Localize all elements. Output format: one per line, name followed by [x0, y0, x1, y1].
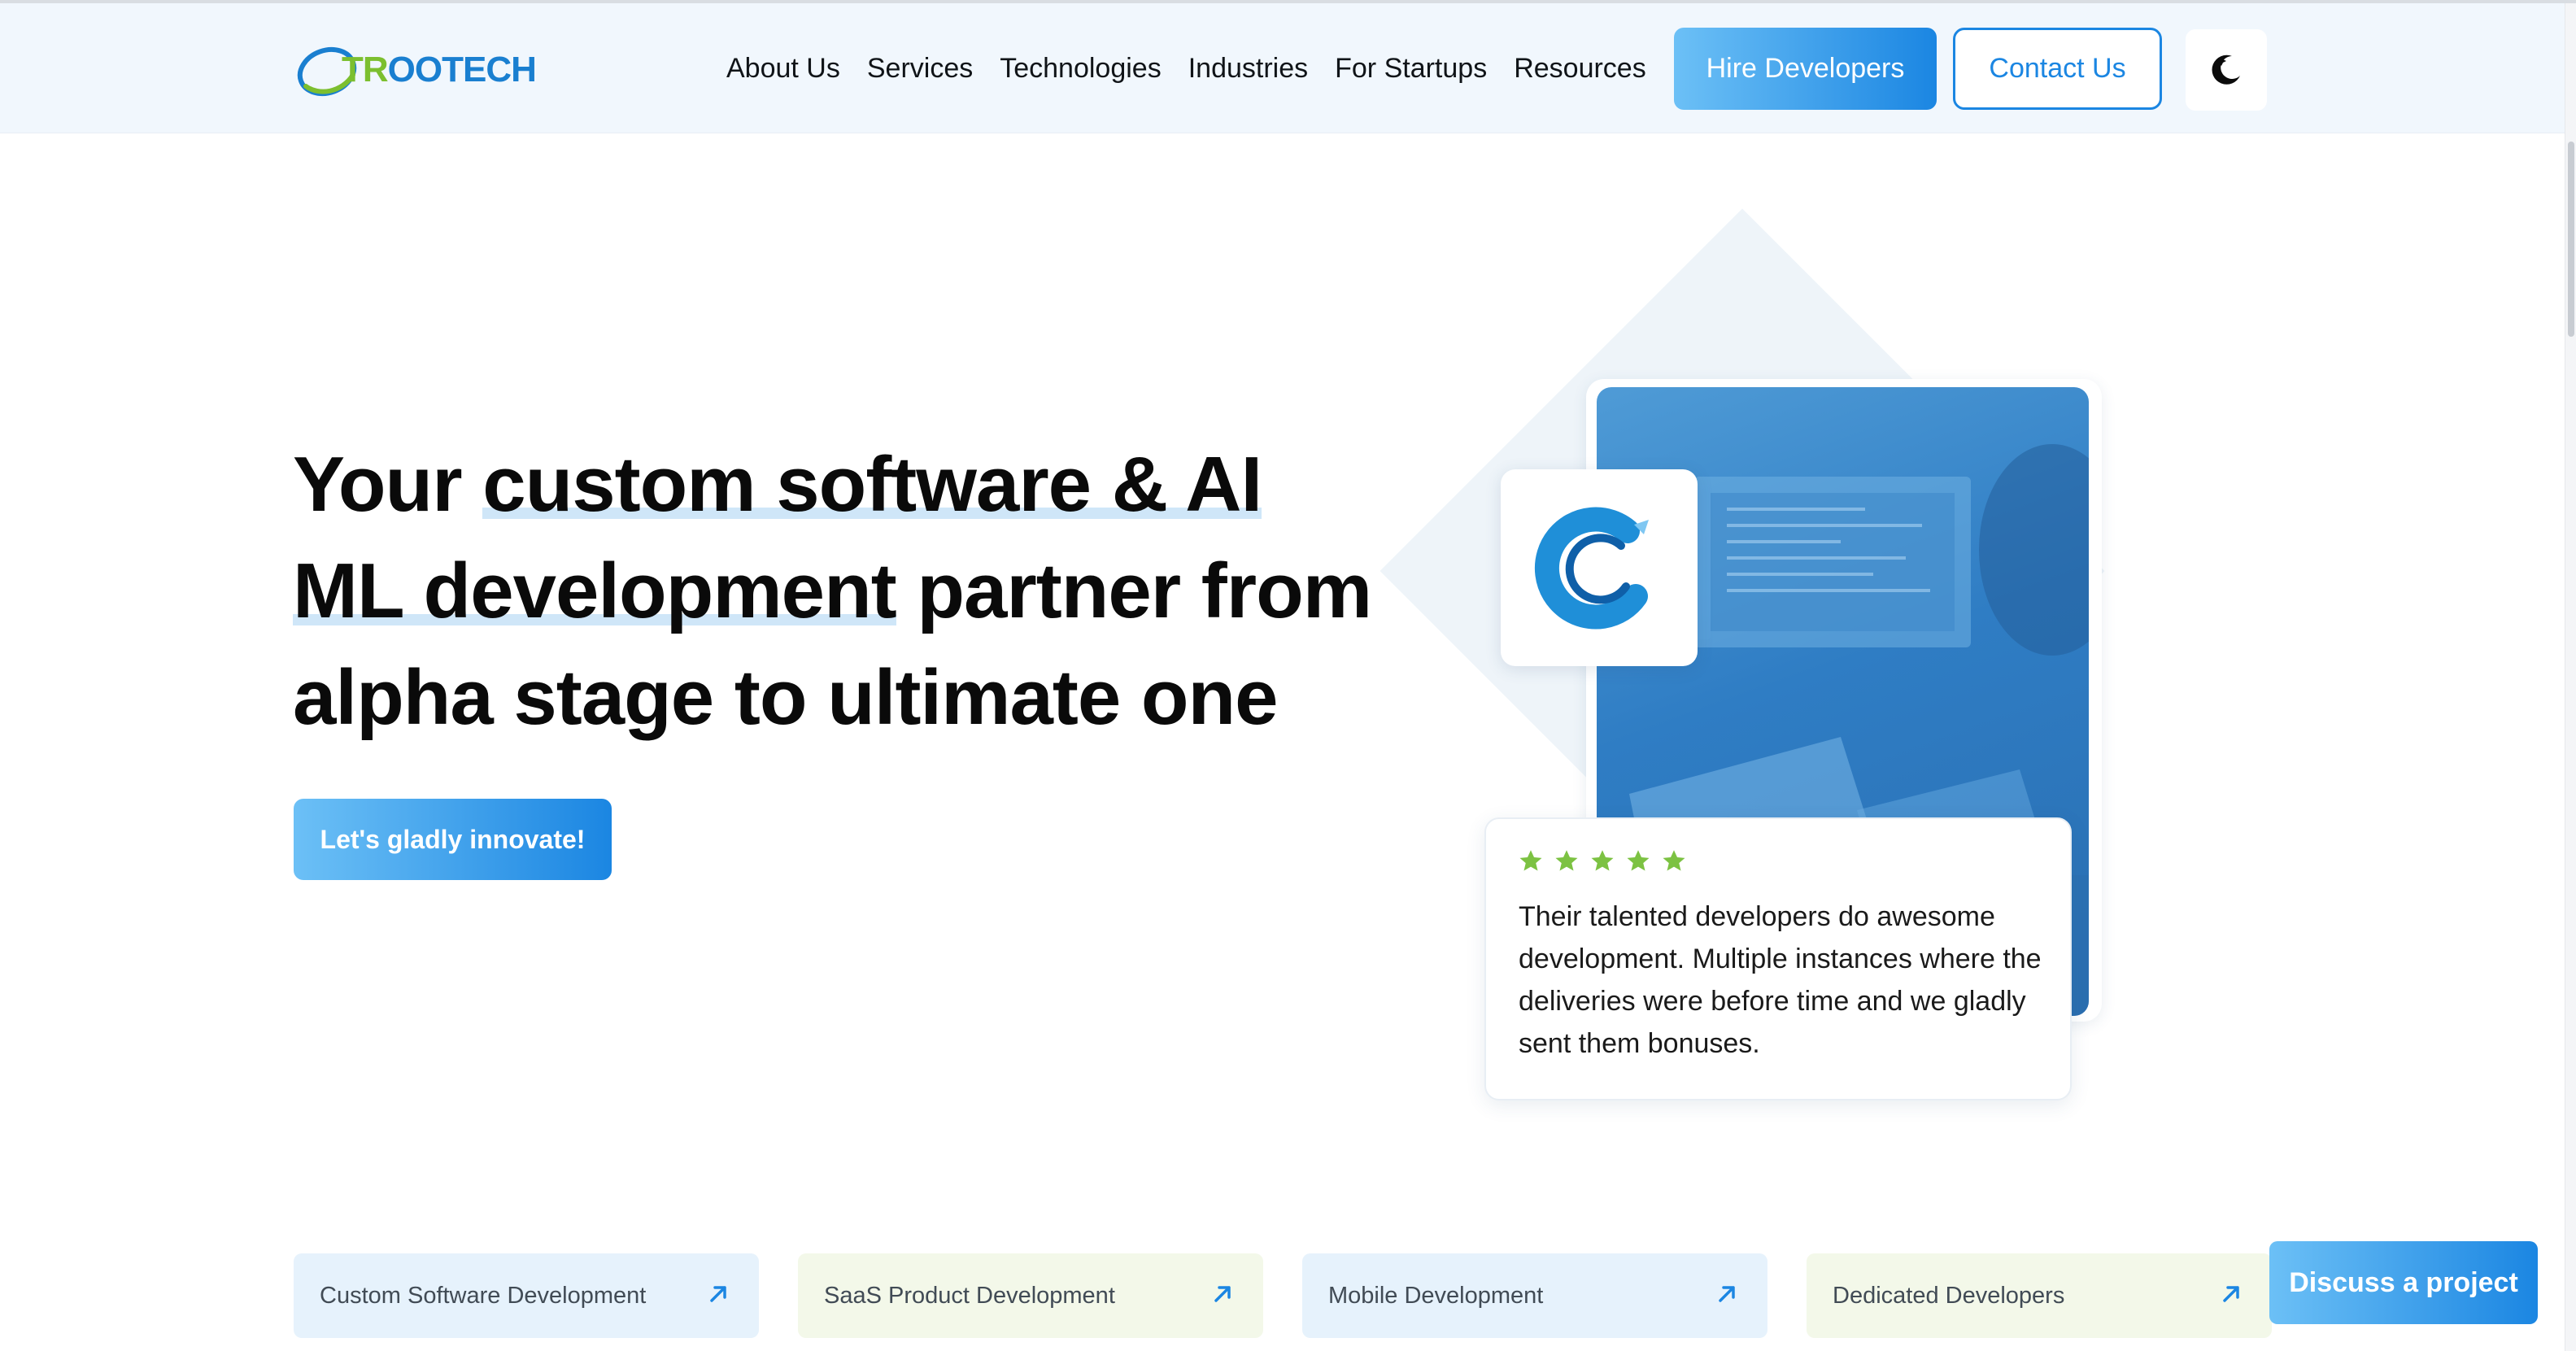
moon-icon: [2212, 54, 2240, 85]
hero-title-highlight-2: ML development: [293, 547, 897, 634]
star-icon: [1663, 850, 1685, 871]
arrow-up-right-icon: [2218, 1281, 2244, 1311]
rating-stars: [1519, 849, 1686, 874]
nav-for-startups[interactable]: For Startups: [1335, 50, 1487, 86]
star-icon: [1519, 850, 1542, 871]
hire-developers-button[interactable]: Hire Developers: [1674, 28, 1937, 110]
service-tile-saas[interactable]: SaaS Product Development: [798, 1253, 1263, 1338]
service-tile-label: Mobile Development: [1328, 1282, 1544, 1309]
star-icon: [1591, 850, 1614, 871]
scrollbar-thumb[interactable]: [2568, 142, 2574, 337]
service-tile-mobile[interactable]: Mobile Development: [1302, 1253, 1767, 1338]
nav-resources[interactable]: Resources: [1514, 50, 1646, 86]
service-tile-custom-software[interactable]: Custom Software Development: [294, 1253, 759, 1338]
theme-toggle-button[interactable]: [2186, 29, 2267, 111]
service-tile-label: Dedicated Developers: [1833, 1282, 2065, 1309]
arrow-up-right-icon: [1210, 1281, 1236, 1311]
nav-about-us[interactable]: About Us: [726, 50, 840, 86]
nav-industries[interactable]: Industries: [1188, 50, 1308, 86]
testimonial-card: Their talented developers do awesome dev…: [1484, 817, 2072, 1100]
arrow-up-right-icon: [705, 1281, 731, 1311]
hero-title: Your custom software & AI ML development…: [293, 441, 1372, 741]
hero-title-highlight-1: custom software & AI: [482, 441, 1262, 528]
arrow-up-right-icon: [1714, 1281, 1740, 1311]
logo-text: TROOTECH: [342, 50, 537, 89]
contact-us-button[interactable]: Contact Us: [1953, 28, 2162, 110]
service-tile-label: SaaS Product Development: [824, 1282, 1115, 1309]
star-icon: [1555, 850, 1578, 871]
service-tile-label: Custom Software Development: [320, 1282, 647, 1309]
star-icon: [1627, 850, 1650, 871]
site-logo[interactable]: TROOTECH: [294, 37, 537, 102]
main-nav: About Us Services Technologies Industrie…: [726, 50, 1673, 86]
site-header: TROOTECH About Us Services Technologies …: [0, 3, 2565, 133]
nav-technologies[interactable]: Technologies: [1000, 50, 1161, 86]
service-tile-dedicated[interactable]: Dedicated Developers: [1807, 1253, 2272, 1338]
lets-innovate-button[interactable]: Let's gladly innovate!: [294, 799, 612, 880]
testimonial-text: Their talented developers do awesome dev…: [1519, 901, 2042, 1059]
page-scrollbar[interactable]: [2565, 3, 2576, 1351]
nav-services[interactable]: Services: [867, 50, 973, 86]
discuss-project-button[interactable]: Discuss a project: [2269, 1241, 2538, 1324]
client-logo-card: [1501, 469, 1698, 666]
client-logo-icon: [1534, 507, 1649, 630]
